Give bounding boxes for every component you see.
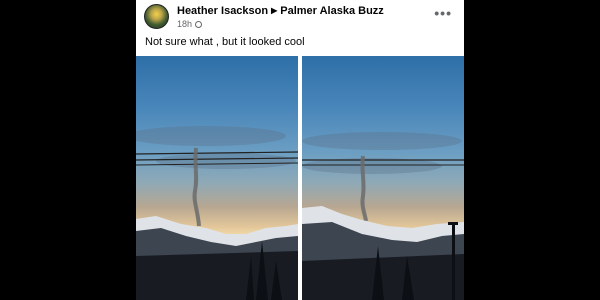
post-photo-2[interactable]: [302, 56, 464, 300]
facebook-post-card: Heather Isackson ▶ Palmer Alaska Buzz 18h …: [136, 0, 464, 300]
photo-scene: [302, 132, 464, 300]
globe-icon: [195, 21, 203, 28]
post-caption: Not sure what , but it looked cool: [145, 36, 305, 48]
photo-scene: [136, 126, 298, 300]
post-header: Heather Isackson ▶ Palmer Alaska Buzz 18h …: [144, 4, 456, 30]
author-line: Heather Isackson ▶ Palmer Alaska Buzz: [177, 4, 384, 18]
post-timestamp[interactable]: 18h: [177, 19, 192, 29]
post-header-text: Heather Isackson ▶ Palmer Alaska Buzz 18h: [177, 4, 384, 30]
post-photo-1[interactable]: [136, 56, 298, 300]
group-name[interactable]: Palmer Alaska Buzz: [280, 5, 384, 17]
share-arrow-icon: ▶: [271, 6, 278, 15]
author-name[interactable]: Heather Isackson: [177, 5, 268, 17]
author-avatar[interactable]: [144, 4, 169, 29]
more-options-icon[interactable]: •••: [434, 6, 452, 20]
post-meta: 18h: [177, 18, 384, 30]
